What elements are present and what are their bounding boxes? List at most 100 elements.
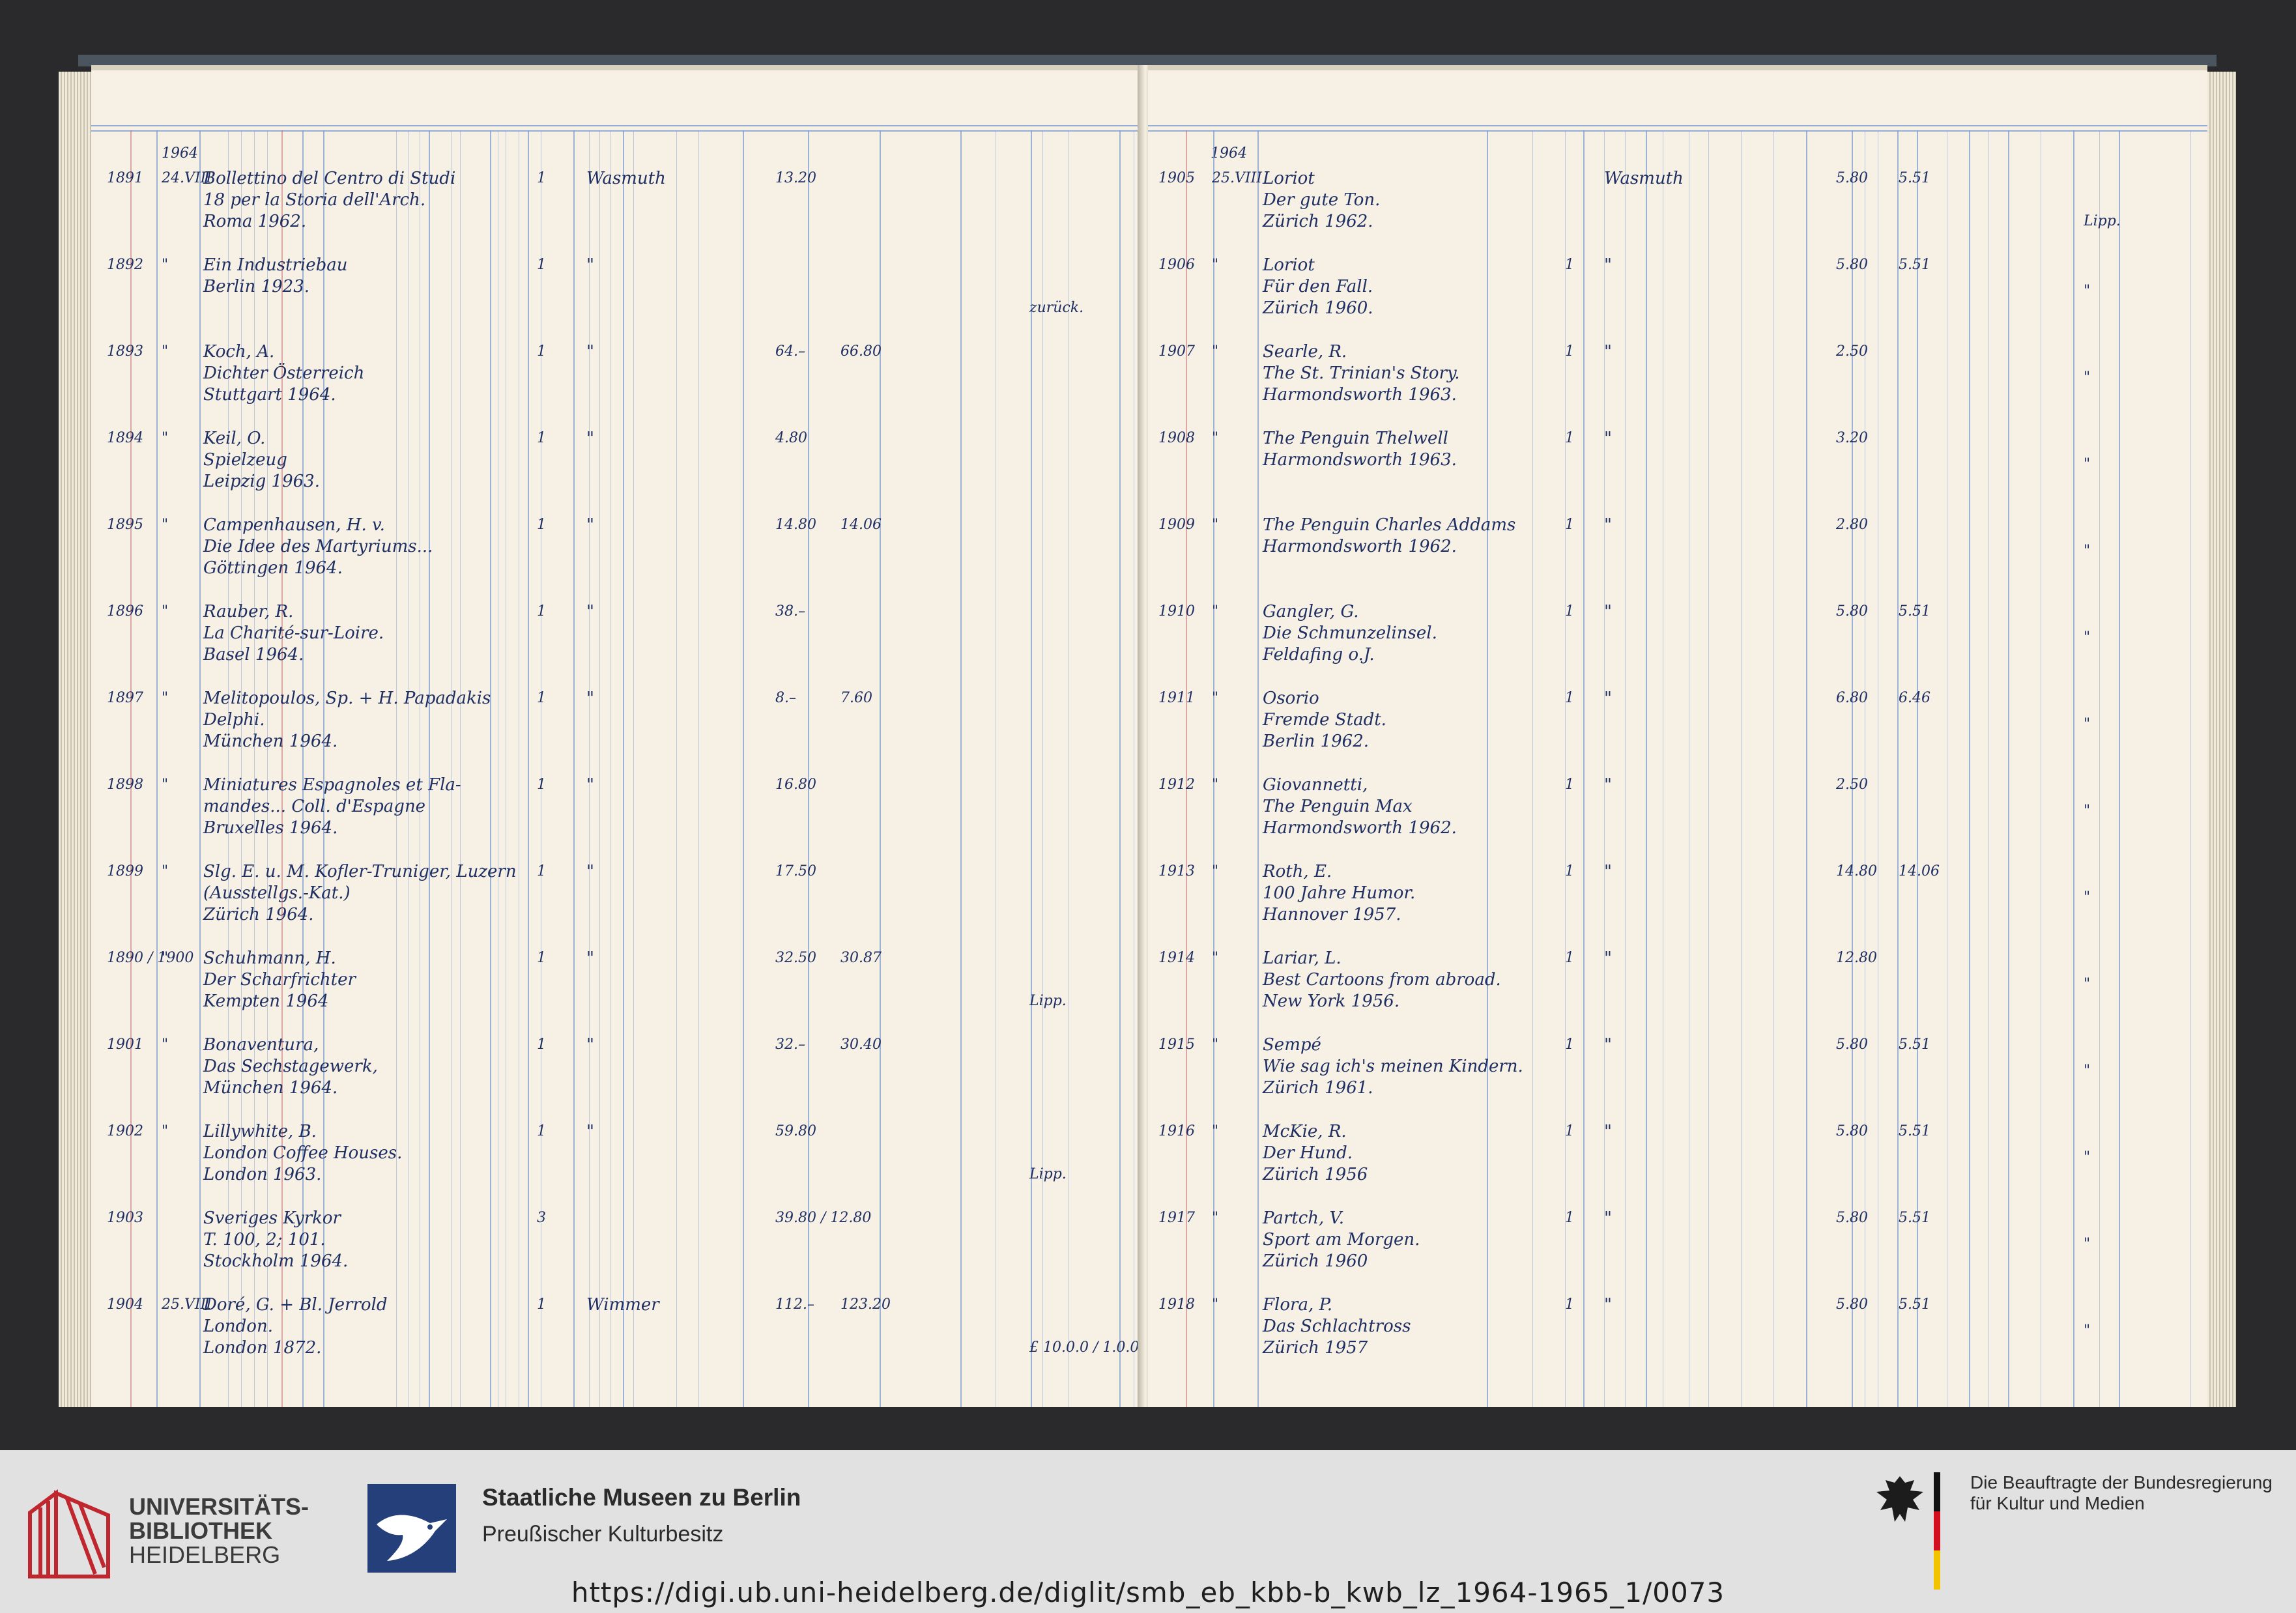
entry-quantity: 1	[537, 863, 546, 879]
entry-price: 5.80	[1836, 1210, 1868, 1226]
entry-title-line: Schuhmann, H.	[203, 949, 336, 968]
entry-title-line: Sveriges Kyrkor	[203, 1208, 341, 1228]
entry-title-line: Searle, R.	[1263, 342, 1347, 362]
entry-price-net: 5.51	[1899, 1210, 1930, 1226]
entry-number: 1890 / 1900	[107, 950, 194, 966]
entry-number: 1891	[107, 170, 143, 186]
entry-supplier: "	[1604, 775, 1612, 795]
entry-supplier: "	[1604, 255, 1612, 275]
entry-price-net: 6.46	[1899, 690, 1930, 706]
entry-quantity: 1	[537, 170, 546, 186]
entry-quantity: 1	[537, 777, 546, 793]
entry-supplier: "	[1604, 689, 1612, 708]
entry-price-net: 14.06	[1899, 863, 1940, 879]
entry-date: "	[162, 863, 169, 879]
entry-price-net: 5.51	[1899, 1296, 1930, 1313]
ledger-entry: 1914 " Lariar, L. Best Cartoons from abroad…	[1148, 948, 2207, 1034]
entry-title-line: Spielzeug	[203, 450, 287, 470]
entry-date: "	[1212, 777, 1219, 793]
entry-price: 5.80	[1836, 1296, 1868, 1313]
uni-line-1: UNIVERSITÄTS-	[129, 1493, 309, 1520]
entry-price: 5.80	[1836, 257, 1868, 273]
entry-quantity: 1	[537, 517, 546, 533]
entry-supplier: "	[586, 342, 594, 362]
smb-title[interactable]: Staatliche Museen zu Berlin	[482, 1484, 801, 1511]
entry-title-line: 18 per la Storia dell'Arch.	[203, 190, 426, 210]
entry-note: Lipp.	[1029, 1166, 1067, 1182]
entry-supplier: "	[586, 602, 594, 621]
entry-quantity: 1	[1565, 690, 1574, 706]
year-header: 1964	[1211, 145, 1247, 162]
entry-title-line: New York 1956.	[1263, 992, 1400, 1011]
entry-title-line: Lariar, L.	[1263, 949, 1342, 968]
heidelberg-logo-icon[interactable]	[23, 1488, 112, 1583]
entry-date: 25.VIII	[1212, 170, 1262, 186]
ledger-page-right: 1964 1905 25.VIII Loriot Der gute Ton. Züric…	[1148, 65, 2207, 1407]
smb-eagle-logo-icon[interactable]	[367, 1484, 456, 1573]
ledger-entry: 1899 " Slg. E. u. M. Kofler-Truniger, Luze…	[91, 861, 1141, 947]
entry-supplier: "	[586, 949, 594, 968]
entry-title-line: London Coffee Houses.	[203, 1143, 403, 1163]
ledger-entry: 1908 " The Penguin Thelwell Harmondsworth 1…	[1148, 428, 2207, 514]
entry-title-line: Die Idee des Martyriums...	[203, 537, 433, 556]
entry-note: "	[2084, 1063, 2091, 1079]
ledger-entry: 1918 " Flora, P. Das Schlachtross Zürich 195…	[1148, 1294, 2207, 1380]
entry-quantity: 1	[1565, 1296, 1574, 1313]
entry-title-line: Delphi.	[203, 710, 265, 730]
entry-price: 2.50	[1836, 343, 1868, 360]
entry-title-line: Der Hund.	[1263, 1143, 1353, 1163]
entry-number: 1895	[107, 517, 143, 533]
ledger-entry: 1903 Sveriges Kyrkor T. 100, 2; 101. Stockh…	[91, 1208, 1141, 1294]
federal-eagle-icon[interactable]	[1874, 1474, 1926, 1527]
entry-supplier: "	[1604, 1122, 1612, 1141]
entry-quantity: 1	[537, 603, 546, 620]
permalink-url[interactable]: https://digi.ub.uni-heidelberg.de/diglit…	[0, 1577, 2296, 1608]
bkm-text[interactable]: Die Beauftragte der Bundesregierung für …	[1970, 1472, 2273, 1514]
entry-title-line: Loriot	[1263, 255, 1315, 275]
entry-price-net: 5.51	[1899, 257, 1930, 273]
entry-title-line: Doré, G. + Bl. Jerrold	[203, 1295, 388, 1315]
entry-title-line: Ein Industriebau	[203, 255, 348, 275]
entry-title-line: Wie sag ich's meinen Kindern.	[1263, 1057, 1523, 1076]
header-rule	[91, 130, 1141, 132]
entry-price-net: 30.40	[840, 1036, 882, 1053]
entry-title-line: Fremde Stadt.	[1263, 710, 1386, 730]
entry-number: 1903	[107, 1210, 143, 1226]
entry-title-line: Harmondsworth 1962.	[1263, 818, 1457, 838]
entry-note: "	[2084, 889, 2091, 906]
entry-supplier: "	[1604, 1035, 1612, 1055]
bkm-line-1: Die Beauftragte der Bundesregierung	[1970, 1472, 2273, 1492]
entry-supplier: "	[586, 775, 594, 795]
entry-quantity: 1	[537, 1036, 546, 1053]
entry-date: "	[1212, 343, 1219, 360]
entry-title-line: Melitopoulos, Sp. + H. Papadakis	[203, 689, 491, 708]
entry-price: 32.50	[775, 950, 816, 966]
entry-price: 14.80	[1836, 863, 1877, 879]
entry-note: "	[2084, 1149, 2091, 1165]
header-rule	[1148, 130, 2207, 132]
entry-title-line: Slg. E. u. M. Kofler-Truniger, Luzern	[203, 862, 517, 881]
ledger-entry: 1907 " Searle, R. The St. Trinian's Story. H…	[1148, 341, 2207, 427]
entry-number: 1894	[107, 430, 143, 446]
entry-supplier: "	[586, 255, 594, 275]
entry-price: 39.80 / 12.80	[775, 1210, 872, 1226]
entry-quantity: 1	[537, 690, 546, 706]
entry-date: "	[1212, 690, 1219, 706]
entry-number: 1918	[1158, 1296, 1195, 1313]
entry-quantity: 1	[1565, 950, 1574, 966]
page-stack-edge	[2207, 72, 2236, 1407]
entry-number: 1892	[107, 257, 143, 273]
entry-note: "	[2084, 629, 2091, 646]
entry-title-line: Bruxelles 1964.	[203, 818, 338, 838]
entry-title-line: Zürich 1960.	[1263, 298, 1373, 318]
heidelberg-wordmark[interactable]: UNIVERSITÄTS- BIBLIOTHEK HEIDELBERG	[129, 1494, 309, 1567]
entry-note: "	[2084, 716, 2091, 732]
entry-price: 38.–	[775, 603, 805, 620]
entry-supplier: "	[586, 1035, 594, 1055]
entry-quantity: 1	[1565, 603, 1574, 620]
entry-title-line: Roma 1962.	[203, 212, 307, 231]
entry-title-line: Kempten 1964	[203, 992, 329, 1011]
entry-supplier: "	[1604, 1208, 1612, 1228]
entry-title-line: Feldafing o.J.	[1263, 645, 1375, 664]
entry-supplier: "	[1604, 949, 1612, 968]
